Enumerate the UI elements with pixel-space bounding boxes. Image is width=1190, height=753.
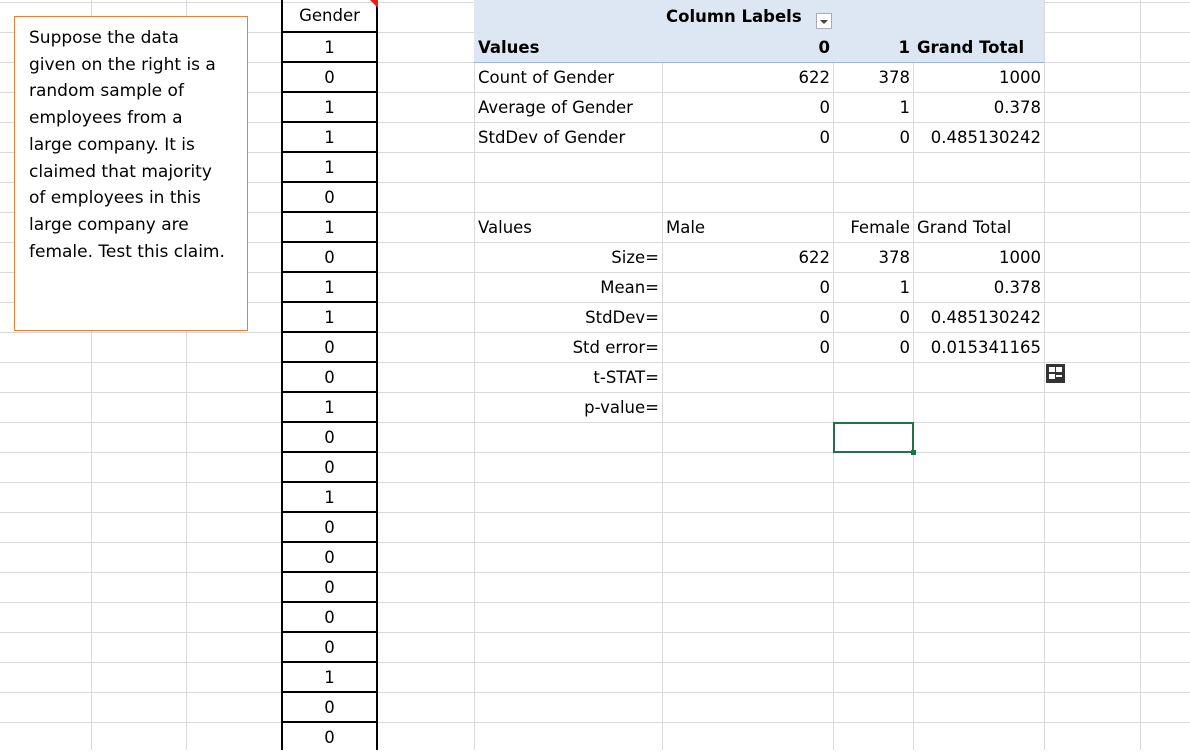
problem-text-line: Suppose the data (29, 28, 179, 48)
summary-cell[interactable]: 0 (740, 333, 831, 363)
summary-cell[interactable]: 0.485130242 (916, 303, 1041, 333)
gender-cell[interactable]: 1 (283, 273, 376, 303)
gender-cell[interactable]: 1 (283, 153, 376, 183)
pivot-cell[interactable]: 0 (740, 93, 831, 123)
pivot-row-label[interactable]: Count of Gender (478, 63, 614, 93)
selected-cell[interactable] (833, 422, 914, 453)
summary-cell[interactable]: 0.378 (916, 273, 1041, 303)
fill-handle[interactable] (911, 450, 916, 455)
pivot-column-labels[interactable]: Column Labels (666, 2, 802, 32)
pivot-cell[interactable]: 622 (740, 63, 831, 93)
summary-cell[interactable]: 1 (820, 273, 911, 303)
gender-cell[interactable]: 0 (283, 243, 376, 273)
summary-cell[interactable]: 622 (740, 243, 831, 273)
summary-cell[interactable]: 0 (820, 303, 911, 333)
summary-row-label[interactable]: Size= (480, 243, 659, 273)
pivot-row-label[interactable]: Average of Gender (478, 93, 633, 123)
gender-cell[interactable]: 1 (283, 663, 376, 693)
gender-cell[interactable]: 0 (283, 693, 376, 723)
pivot-cell[interactable]: 378 (820, 63, 911, 93)
pivot-values-header[interactable]: Values (478, 33, 539, 63)
summary-cell[interactable]: 0.015341165 (916, 333, 1041, 363)
summary-values-header[interactable]: Values (478, 213, 532, 243)
gender-cell[interactable]: 0 (283, 423, 376, 453)
problem-text-line: female. Test this claim. (29, 241, 225, 262)
gender-cell[interactable]: 1 (283, 123, 376, 153)
gender-cell[interactable]: 1 (283, 483, 376, 513)
gender-cell[interactable]: 0 (283, 573, 376, 603)
pivot-cell[interactable]: 1000 (916, 63, 1041, 93)
gender-cell[interactable]: 0 (283, 603, 376, 633)
gender-cell[interactable]: 1 (283, 393, 376, 423)
summary-female-header[interactable]: Female (820, 213, 910, 243)
gender-cell[interactable]: 0 (283, 723, 376, 753)
summary-row-label[interactable]: p-value= (480, 393, 659, 423)
summary-row-label[interactable]: t-STAT= (480, 363, 659, 393)
gender-cell[interactable]: 0 (283, 363, 376, 393)
problem-text-line: of employees in this (29, 188, 201, 209)
problem-text-line: claimed that majority (29, 161, 212, 182)
pivot-col0-header[interactable]: 0 (760, 33, 830, 63)
gender-cell[interactable]: 1 (283, 93, 376, 123)
problem-text-line: employees from a (29, 108, 183, 129)
pivot-cell[interactable]: 0.485130242 (916, 123, 1041, 153)
problem-text-box[interactable]: Suppose the data given on the right is a… (14, 16, 248, 331)
gender-cell[interactable]: 0 (283, 633, 376, 663)
pivot-col1-header[interactable]: 1 (840, 33, 910, 63)
problem-text-line: given on the right is a (29, 54, 216, 75)
summary-row-label[interactable]: StdDev= (480, 303, 659, 333)
pivot-grand-total-header[interactable]: Grand Total (917, 33, 1024, 63)
summary-cell[interactable]: 0 (740, 273, 831, 303)
gender-cell[interactable]: 1 (283, 33, 376, 63)
problem-text-line: large company. It is (29, 134, 195, 155)
summary-cell[interactable]: 1000 (916, 243, 1041, 273)
gender-cell[interactable]: 0 (283, 333, 376, 363)
summary-row-label[interactable]: Std error= (480, 333, 659, 363)
pivot-row-label[interactable]: StdDev of Gender (478, 123, 625, 153)
problem-text-line: random sample of (29, 81, 184, 102)
gender-cell[interactable]: 0 (283, 453, 376, 483)
gender-cell[interactable]: 1 (283, 303, 376, 333)
pivot-cell[interactable]: 0.378 (916, 93, 1041, 123)
dropdown-filter-icon[interactable] (816, 13, 832, 29)
pivot-cell[interactable]: 0 (820, 123, 911, 153)
gender-cell[interactable]: 0 (283, 543, 376, 573)
summary-row-label[interactable]: Mean= (480, 273, 659, 303)
problem-text-line: large company are (29, 214, 189, 235)
pivot-cell[interactable]: 0 (740, 123, 831, 153)
gender-cell[interactable]: 1 (283, 213, 376, 243)
summary-cell[interactable]: 0 (820, 333, 911, 363)
gender-cell[interactable]: 0 (283, 183, 376, 213)
gender-cell[interactable]: 0 (283, 513, 376, 543)
summary-male-header[interactable]: Male (666, 213, 705, 243)
quick-analysis-icon[interactable] (1046, 364, 1065, 383)
summary-grand-total-header[interactable]: Grand Total (917, 213, 1011, 243)
pivot-cell[interactable]: 1 (820, 93, 911, 123)
summary-cell[interactable]: 0 (740, 303, 831, 333)
gender-header-cell[interactable]: Gender (283, 1, 376, 31)
gender-cell[interactable]: 0 (283, 63, 376, 93)
summary-cell[interactable]: 378 (820, 243, 911, 273)
